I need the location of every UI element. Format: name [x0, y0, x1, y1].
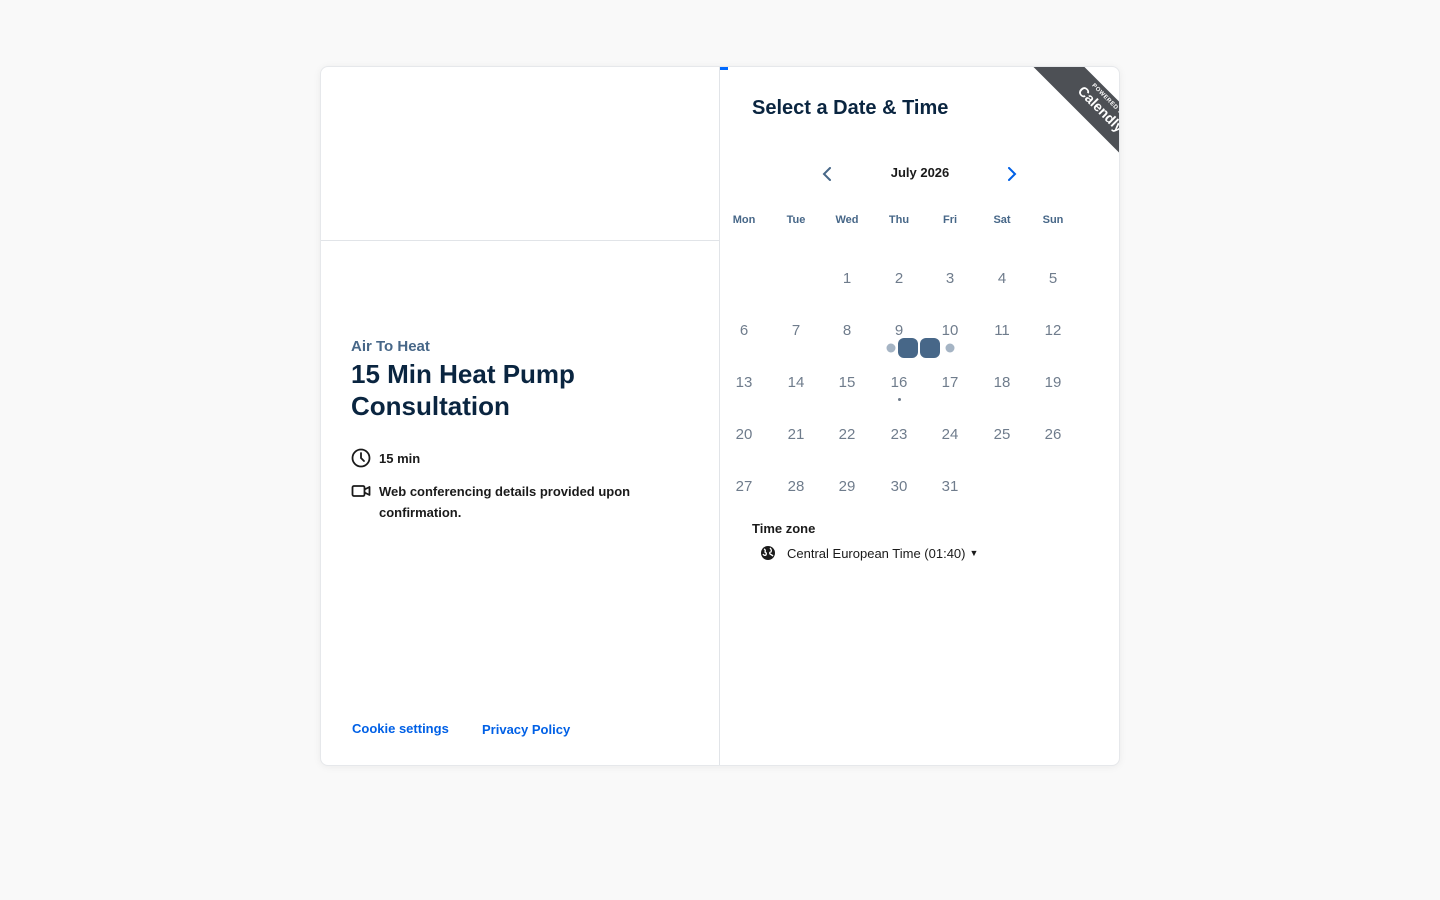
- calendar-day-17: 17: [941, 374, 959, 391]
- weekday-fri: Fri: [942, 214, 958, 226]
- clock-icon: [351, 448, 371, 468]
- calendar-day-12: 12: [1044, 322, 1062, 339]
- chevron-left-icon: [822, 167, 831, 181]
- calendar-day-26: 26: [1044, 426, 1062, 443]
- weekday-sat: Sat: [993, 214, 1011, 226]
- globe-icon: [761, 546, 775, 560]
- month-label: July 2026: [890, 165, 950, 180]
- weekday-sun: Sun: [1042, 214, 1064, 226]
- powered-by-calendly-badge[interactable]: POWERED BY Calendly: [1013, 67, 1120, 173]
- calendar-day-15: 15: [838, 374, 856, 391]
- chevron-right-icon: [1008, 167, 1017, 181]
- loading-progress-bar: [720, 67, 728, 70]
- previous-month-button[interactable]: [816, 162, 840, 186]
- weekday-mon: Mon: [732, 214, 756, 226]
- badge-brand-text: Calendly: [1074, 82, 1120, 136]
- location-text: Web conferencing details provided upon c…: [379, 484, 631, 520]
- caret-down-icon: ▼: [969, 548, 979, 558]
- calendar-day-1: 1: [842, 270, 852, 287]
- calendar-day-27: 27: [735, 478, 753, 495]
- calendar-day-14: 14: [787, 374, 805, 391]
- calendar-day-29: 29: [838, 478, 856, 495]
- badge-ribbon: POWERED BY Calendly: [1031, 67, 1120, 173]
- calendar-day-31: 31: [941, 478, 959, 495]
- weekday-tue: Tue: [786, 214, 806, 226]
- weekday-thu: Thu: [888, 214, 910, 226]
- event-details-panel: Air To Heat 15 Min Heat Pump Consultatio…: [321, 67, 720, 765]
- scheduler-panel: Select a Date & Time POWERED BY Calendly…: [720, 67, 1119, 765]
- calendar-day-28: 28: [787, 478, 805, 495]
- calendar-day-3: 3: [945, 270, 955, 287]
- calendar-day-6: 6: [739, 322, 749, 339]
- calendar-day-21: 21: [787, 426, 805, 443]
- loading-spinner-icon: [886, 338, 955, 358]
- booking-card: Air To Heat 15 Min Heat Pump Consultatio…: [320, 66, 1120, 766]
- calendar-day-13: 13: [735, 374, 753, 391]
- logo-area: [321, 67, 719, 241]
- calendar-day-20: 20: [735, 426, 753, 443]
- duration-detail: 15 min: [351, 448, 649, 469]
- calendar-day-5: 5: [1048, 270, 1058, 287]
- location-detail: Web conferencing details provided upon c…: [351, 481, 649, 523]
- calendar-day-30: 30: [890, 478, 908, 495]
- calendar-day-25: 25: [993, 426, 1011, 443]
- calendar-day-24: 24: [941, 426, 959, 443]
- next-month-button[interactable]: [999, 162, 1023, 186]
- calendar-day-8: 8: [842, 322, 852, 339]
- event-title: 15 Min Heat Pump Consultation: [351, 359, 575, 421]
- weekday-wed: Wed: [835, 214, 859, 226]
- today-indicator-dot: [897, 398, 901, 401]
- calendar-day-4: 4: [997, 270, 1007, 287]
- privacy-policy-link[interactable]: Privacy Policy: [482, 722, 570, 737]
- timezone-label: Time zone: [752, 521, 816, 536]
- calendar-day-18: 18: [993, 374, 1011, 391]
- cookie-settings-link[interactable]: Cookie settings: [352, 721, 449, 736]
- timezone-value: Central European Time (01:40): [787, 545, 966, 561]
- calendar-day-23: 23: [890, 426, 908, 443]
- calendar-day-22: 22: [838, 426, 856, 443]
- calendar-day-19: 19: [1044, 374, 1062, 391]
- duration-text: 15 min: [379, 451, 421, 466]
- calendar-day-11: 11: [994, 322, 1010, 339]
- timezone-select[interactable]: Central European Time (01:40) ▼: [760, 545, 978, 561]
- scheduler-heading: Select a Date & Time: [752, 97, 949, 119]
- calendar-day-2: 2: [894, 270, 904, 287]
- calendar-day-7: 7: [791, 322, 801, 339]
- video-camera-icon: [351, 485, 371, 497]
- organizer-name: Air To Heat: [351, 338, 430, 355]
